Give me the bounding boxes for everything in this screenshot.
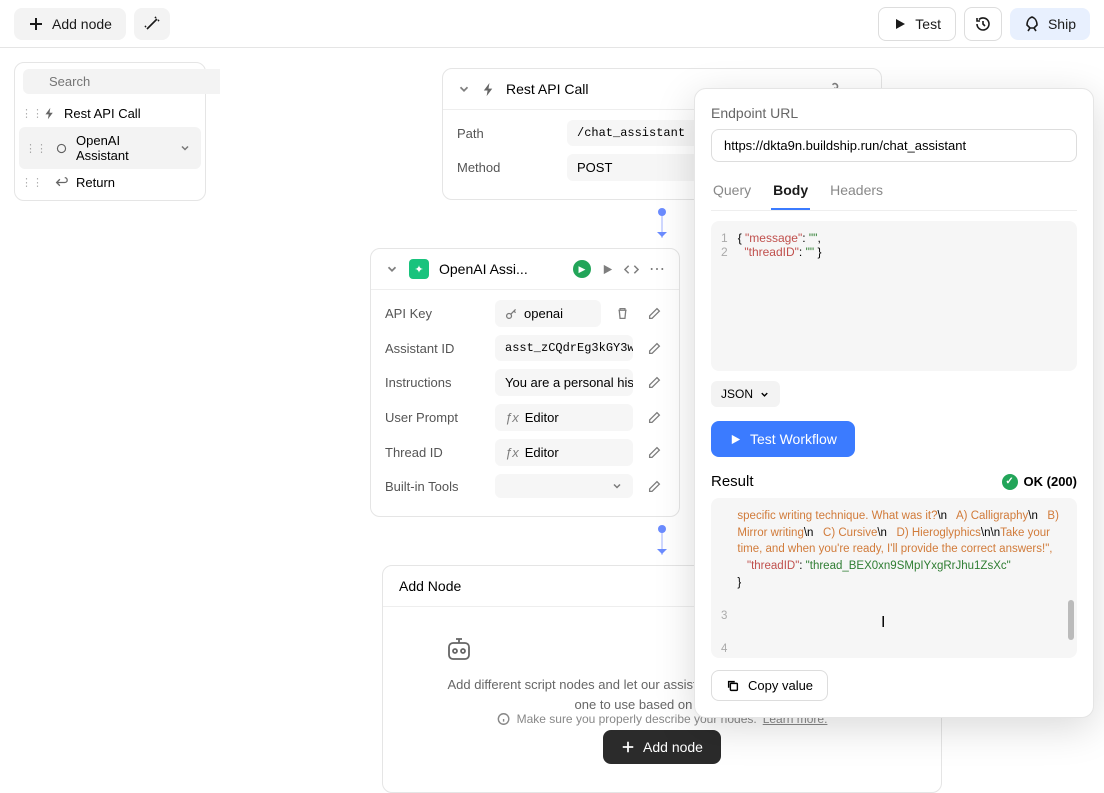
chevron-down-icon — [179, 142, 191, 154]
edit-icon[interactable] — [643, 337, 665, 359]
add-node-label: Add node — [52, 16, 112, 32]
copy-value-button[interactable]: Copy value — [711, 670, 828, 701]
tree-item-rest-api[interactable]: ⋮⋮ Rest API Call — [15, 100, 205, 127]
body-format-label: JSON — [721, 387, 753, 401]
key-icon — [505, 307, 518, 320]
endpoint-label: Endpoint URL — [711, 105, 1077, 121]
result-label: Result — [711, 473, 754, 490]
flow-connector — [661, 529, 663, 555]
ship-button[interactable]: Ship — [1010, 8, 1090, 40]
test-workflow-button[interactable]: Test Workflow — [711, 421, 855, 457]
edit-icon[interactable] — [643, 442, 665, 464]
chevron-down-icon — [759, 389, 770, 400]
add-node-button[interactable]: Add node — [14, 8, 126, 40]
play-icon — [729, 433, 742, 446]
thread-id-text: Editor — [525, 445, 559, 460]
more-icon[interactable]: ⋯ — [649, 259, 665, 279]
code-content: { "message": "", "threadID": "" } — [738, 231, 1067, 361]
instructions-value[interactable]: You are a personal hist... — [495, 369, 633, 396]
plus-icon — [28, 16, 44, 32]
history-button[interactable] — [964, 7, 1002, 41]
node-tree: ⋮⋮ Rest API Call ⋮⋮ OpenAI Assistant ⋮⋮ — [14, 62, 206, 201]
edit-icon[interactable] — [643, 475, 665, 497]
edit-icon[interactable] — [643, 407, 665, 429]
assistant-id-value[interactable]: asst_zCQdrEg3kGY3w0... — [495, 335, 633, 361]
tab-headers[interactable]: Headers — [828, 176, 885, 210]
line-gutter: 34 — [721, 508, 727, 648]
endpoint-url-input[interactable] — [711, 129, 1077, 162]
tree-item-label: Return — [76, 175, 115, 190]
method-label: Method — [457, 160, 557, 175]
return-icon — [55, 176, 68, 189]
edit-icon[interactable] — [643, 303, 665, 325]
success-icon: ✓ — [1002, 474, 1018, 490]
node-title: OpenAI Assi... — [439, 261, 563, 277]
drag-handle-icon: ⋮⋮ — [21, 176, 43, 189]
line-gutter: 12 — [721, 231, 728, 361]
api-key-label: API Key — [385, 306, 485, 321]
code-icon[interactable] — [624, 262, 639, 277]
run-status-icon: ▶ — [573, 260, 591, 278]
test-panel: Endpoint URL Query Body Headers 12 { "me… — [694, 88, 1094, 718]
drag-handle-icon: ⋮⋮ — [25, 142, 47, 155]
play-icon[interactable] — [601, 263, 614, 276]
drag-handle-icon: ⋮⋮ — [21, 107, 43, 120]
user-prompt-text: Editor — [525, 410, 559, 425]
body-format-select[interactable]: JSON — [711, 381, 780, 407]
delete-icon[interactable] — [611, 303, 633, 325]
bolt-icon — [43, 107, 56, 120]
flow-connector — [661, 212, 663, 238]
magic-button[interactable] — [134, 8, 170, 40]
tab-query[interactable]: Query — [711, 176, 753, 210]
info-icon — [497, 712, 511, 726]
api-key-value[interactable]: openai — [495, 300, 601, 327]
rocket-icon — [1024, 16, 1040, 32]
tree-item-openai[interactable]: ⋮⋮ OpenAI Assistant — [19, 127, 201, 169]
assistant-id-label: Assistant ID — [385, 341, 485, 356]
thread-id-label: Thread ID — [385, 445, 485, 460]
ship-label: Ship — [1048, 16, 1076, 32]
play-icon — [893, 17, 907, 31]
status-text: OK (200) — [1024, 474, 1077, 489]
add-node-cta-label: Add node — [643, 739, 703, 755]
function-icon: ƒx — [505, 410, 519, 425]
chevron-down-icon[interactable] — [457, 82, 471, 96]
builtin-tools-label: Built-in Tools — [385, 479, 485, 494]
thread-id-value[interactable]: ƒx Editor — [495, 439, 633, 466]
openai-icon — [55, 142, 68, 155]
api-key-text: openai — [524, 306, 563, 321]
copy-icon — [726, 679, 740, 693]
test-button[interactable]: Test — [878, 7, 956, 41]
tree-item-label: OpenAI Assistant — [76, 133, 171, 163]
user-prompt-label: User Prompt — [385, 410, 485, 425]
result-content: specific writing technique. What was it?… — [737, 508, 1067, 648]
copy-value-label: Copy value — [748, 678, 813, 693]
result-body[interactable]: 34 specific writing technique. What was … — [711, 498, 1077, 658]
bolt-icon — [481, 82, 496, 97]
chevron-down-icon[interactable] — [385, 262, 399, 276]
test-label: Test — [915, 16, 941, 32]
user-prompt-value[interactable]: ƒx Editor — [495, 404, 633, 431]
test-workflow-label: Test Workflow — [750, 431, 837, 447]
scrollbar[interactable] — [1068, 508, 1074, 648]
wand-icon — [144, 16, 160, 32]
path-label: Path — [457, 126, 557, 141]
openai-logo-icon: ✦ — [409, 259, 429, 279]
chevron-down-icon — [611, 480, 623, 492]
add-node-cta-button[interactable]: Add node — [603, 730, 721, 764]
search-input[interactable] — [23, 69, 233, 94]
request-body-editor[interactable]: 12 { "message": "", "threadID": "" } — [711, 221, 1077, 371]
function-icon: ƒx — [505, 445, 519, 460]
instructions-label: Instructions — [385, 375, 485, 390]
edit-icon[interactable] — [643, 372, 665, 394]
openai-assistant-node: ✦ OpenAI Assi... ▶ ⋯ API Key — [370, 248, 680, 517]
tree-item-label: Rest API Call — [64, 106, 141, 121]
tab-body[interactable]: Body — [771, 176, 810, 210]
tree-item-return[interactable]: ⋮⋮ Return — [15, 169, 205, 200]
history-icon — [975, 16, 991, 32]
plus-icon — [621, 740, 635, 754]
builtin-tools-select[interactable] — [495, 474, 633, 498]
